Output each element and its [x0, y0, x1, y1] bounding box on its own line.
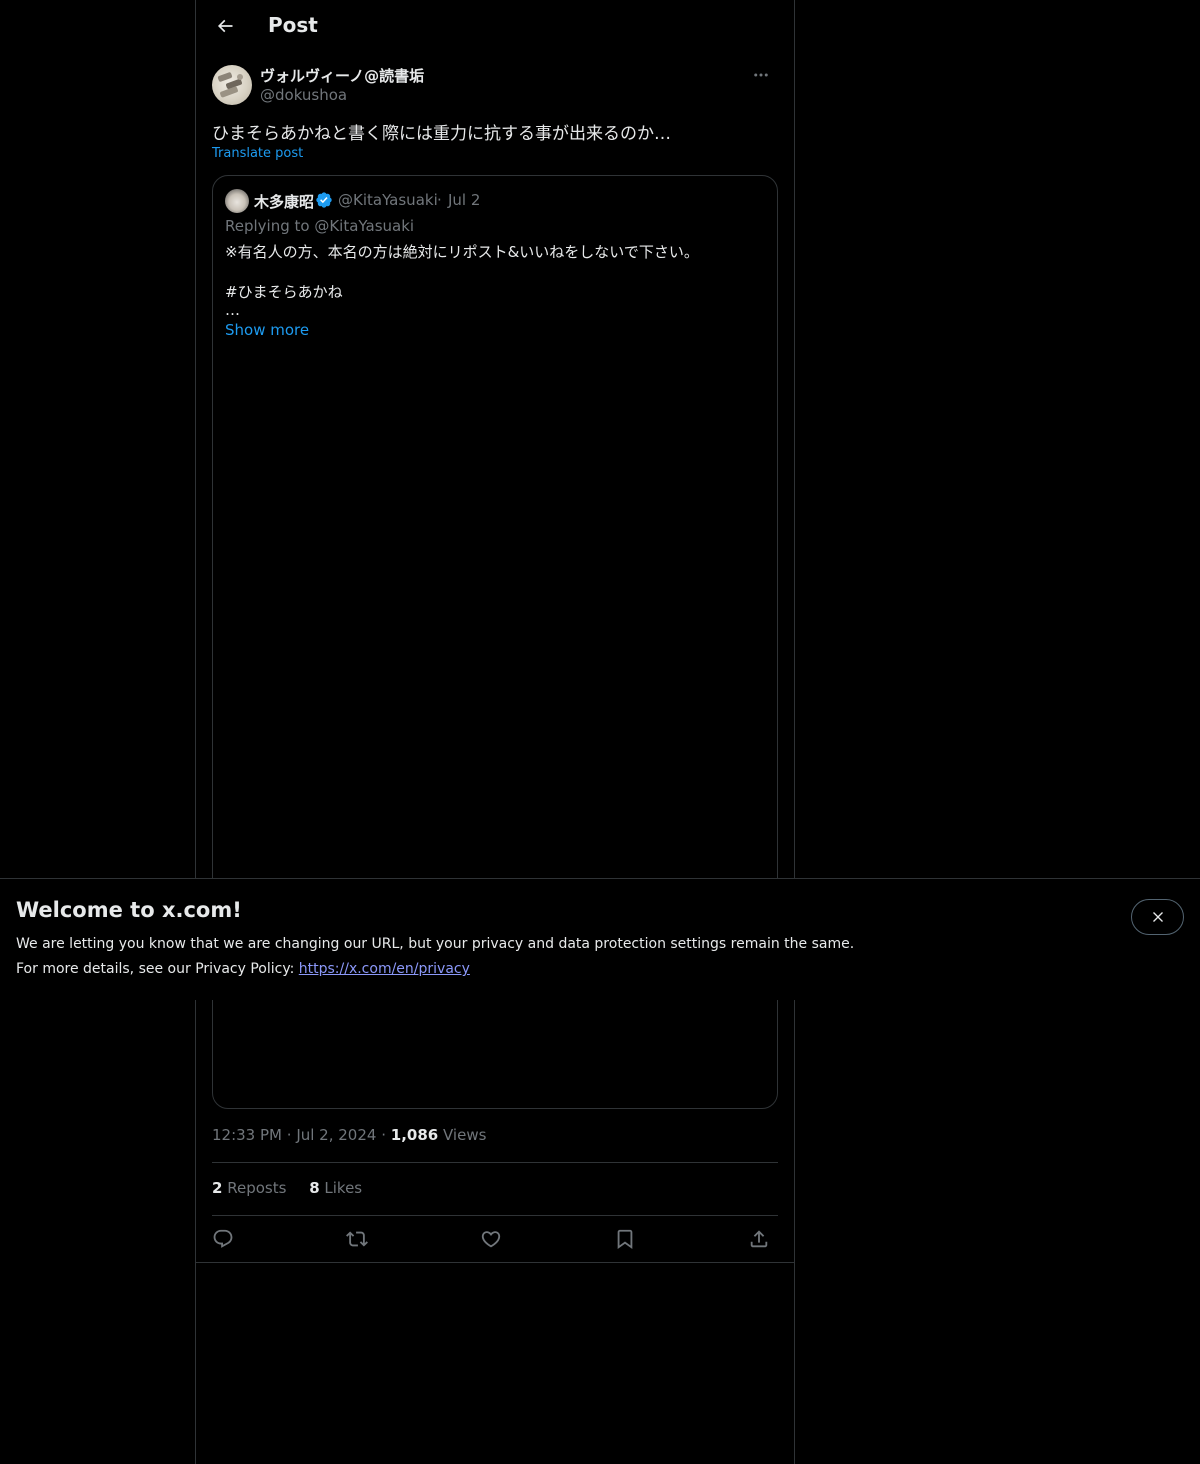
- separator-dot: ·: [286, 1126, 297, 1144]
- reply-icon: [213, 1229, 233, 1248]
- repost-button[interactable]: [340, 1221, 374, 1257]
- arrow-left-icon: [217, 19, 233, 33]
- page-header: Post: [196, 0, 794, 53]
- banner-text: We are letting you know that we are chan…: [16, 936, 855, 952]
- welcome-banner: Welcome to x.com! We are letting you kno…: [0, 878, 1200, 1000]
- avatar[interactable]: [212, 65, 252, 105]
- action-bar: [212, 1221, 778, 1257]
- translate-post-link[interactable]: Translate post: [212, 146, 303, 161]
- views-count: 1,086: [390, 1126, 439, 1144]
- back-button[interactable]: [208, 9, 242, 43]
- post-text: ひまそらあかねと書く際には重力に抗する事が出来るのか…: [212, 124, 671, 144]
- quoted-author-name: 木多康昭: [254, 193, 315, 211]
- divider: [212, 1162, 778, 1163]
- author-name[interactable]: ヴォルヴィーノ@読書垢: [260, 65, 424, 86]
- verified-badge-icon: [316, 192, 332, 208]
- separator-dot: ·: [381, 1126, 391, 1144]
- reposts-count: 2: [212, 1179, 223, 1197]
- banner-text-prefix: For more details, see our Privacy Policy…: [16, 961, 299, 977]
- reposts-stat[interactable]: 2 Reposts: [212, 1179, 286, 1197]
- likes-stat[interactable]: 8 Likes: [309, 1179, 362, 1197]
- quoted-date: Jul 2: [448, 191, 481, 209]
- divider: [212, 1215, 778, 1216]
- show-more-link[interactable]: Show more: [225, 321, 309, 339]
- likes-count: 8: [309, 1179, 320, 1197]
- privacy-policy-link[interactable]: https://x.com/en/privacy: [299, 961, 470, 977]
- quoted-author-handle: @KitaYasuaki: [338, 191, 438, 209]
- quoted-ellipsis: …: [225, 301, 240, 319]
- bookmark-button[interactable]: [608, 1221, 642, 1257]
- quoted-avatar: [225, 189, 249, 213]
- share-button[interactable]: [742, 1221, 776, 1257]
- close-banner-button[interactable]: [1131, 899, 1184, 935]
- primary-column: Post ヴォルヴィーノ@読書垢 @dokushoa ひまそらあかねと書く際には…: [195, 0, 795, 1464]
- author-handle[interactable]: @dokushoa: [260, 86, 347, 104]
- post-date[interactable]: Jul 2, 2024: [296, 1126, 376, 1144]
- heart-icon: [481, 1231, 501, 1248]
- quoted-text-line: ※有名人の方、本名の方は絶対にリポスト&いいねをしないで下さい。: [225, 243, 699, 261]
- reply-button[interactable]: [206, 1221, 240, 1257]
- quoted-hashtag[interactable]: #ひまそらあかね: [225, 281, 343, 302]
- replying-to: Replying to @KitaYasuaki: [225, 217, 415, 235]
- views-label: Views: [443, 1126, 487, 1144]
- separator-dot: ·: [437, 191, 442, 209]
- post-author: ヴォルヴィーノ@読書垢 @dokushoa: [212, 64, 778, 106]
- more-options-button[interactable]: [744, 64, 778, 86]
- likes-label: Likes: [324, 1179, 363, 1197]
- banner-title: Welcome to x.com!: [16, 898, 242, 922]
- bookmark-icon: [617, 1229, 633, 1250]
- post-time[interactable]: 12:33 PM: [212, 1126, 282, 1144]
- like-button[interactable]: [474, 1221, 508, 1257]
- more-horizontal-icon: [754, 73, 768, 77]
- repost-icon: [346, 1231, 368, 1247]
- share-icon: [750, 1230, 768, 1248]
- banner-text: For more details, see our Privacy Policy…: [16, 961, 470, 977]
- close-icon: [1152, 912, 1163, 922]
- reposts-label: Reposts: [227, 1179, 287, 1197]
- post-stats: 2 Reposts 8 Likes: [212, 1179, 380, 1197]
- avatar-image: [217, 72, 243, 98]
- page-title: Post: [268, 13, 318, 37]
- divider: [196, 1262, 794, 1263]
- post-meta: 12:33 PM · Jul 2, 2024 · 1,086 Views: [212, 1126, 486, 1144]
